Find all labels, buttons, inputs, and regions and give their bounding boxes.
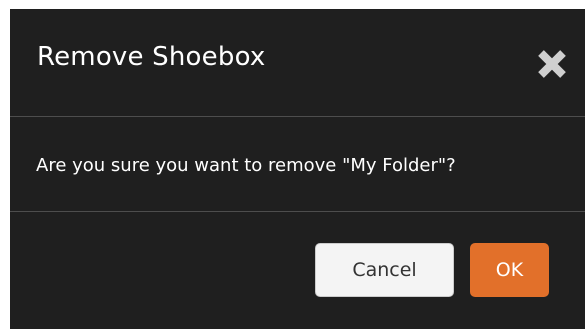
dialog-body: Are you sure you want to remove "My Fold… — [10, 117, 585, 212]
dialog-title: Remove Shoebox — [37, 42, 266, 72]
close-icon — [538, 50, 566, 78]
cancel-button[interactable]: Cancel — [315, 243, 454, 297]
close-button[interactable] — [535, 47, 569, 81]
dialog-header: Remove Shoebox — [10, 9, 585, 117]
dialog-footer: Cancel OK — [10, 212, 585, 329]
ok-button[interactable]: OK — [470, 243, 549, 297]
remove-shoebox-dialog: Remove Shoebox Are you sure you want to … — [10, 9, 585, 329]
confirmation-message: Are you sure you want to remove "My Fold… — [36, 155, 456, 176]
